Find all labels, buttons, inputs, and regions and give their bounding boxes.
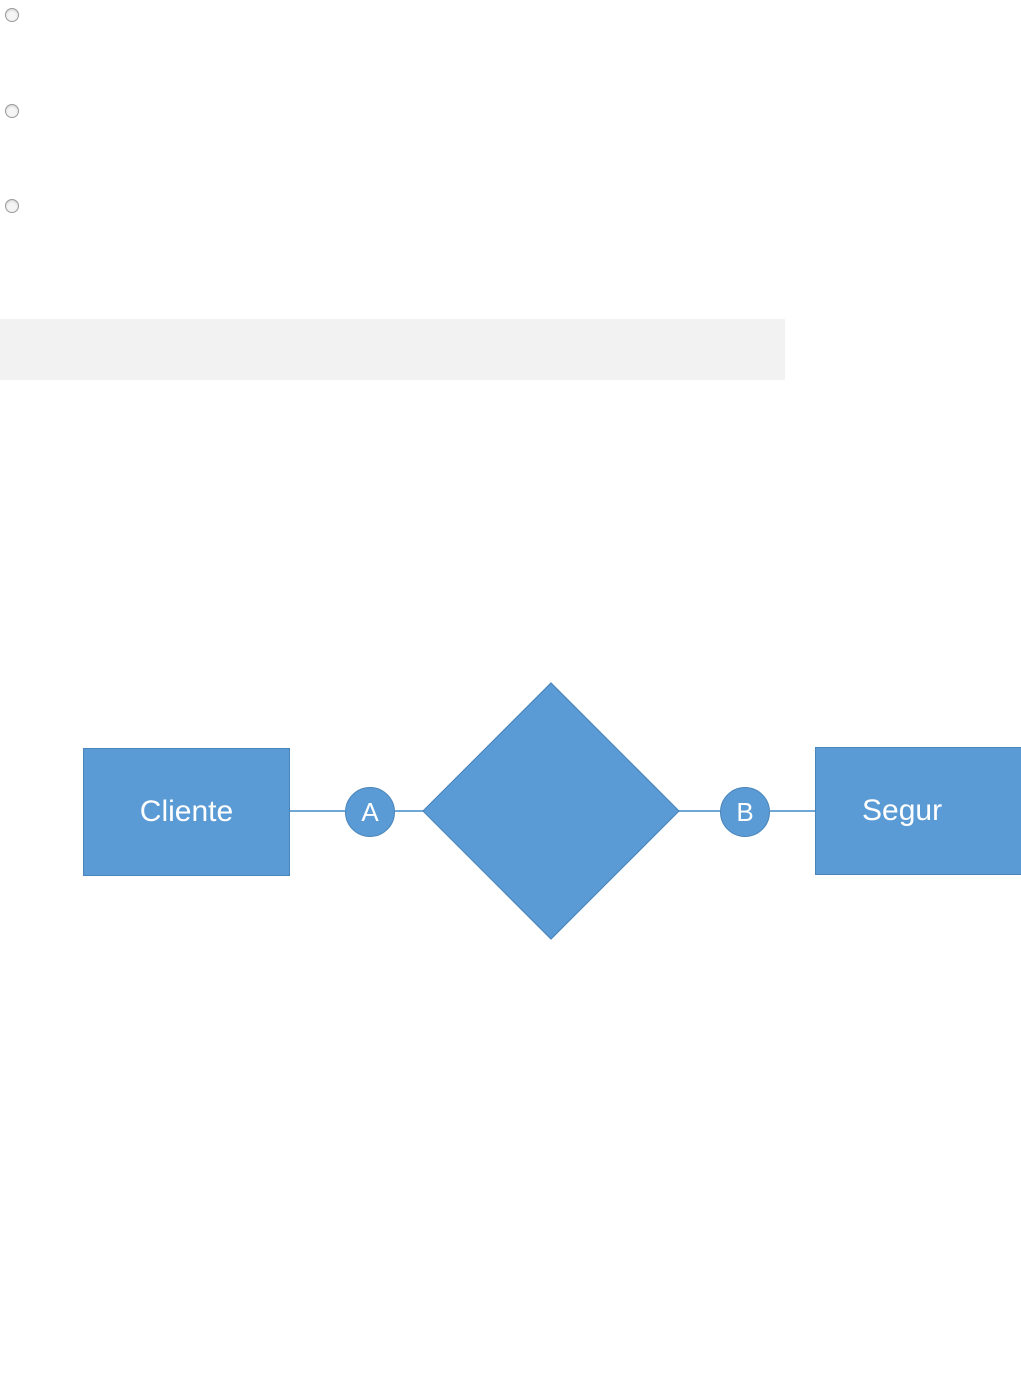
cardinality-a: A [345,787,395,837]
cardinality-b-label: B [736,797,753,828]
option-radio-2[interactable] [5,104,19,118]
relationship-diamond [422,682,679,939]
connector-diamond-to-b [675,810,720,812]
entity-seguro: Segur [815,747,1021,875]
section-bar [0,319,785,380]
entity-cliente-label: Cliente [140,795,233,829]
connector-a-to-diamond [395,810,425,812]
cardinality-a-label: A [361,797,378,828]
option-radio-1[interactable] [5,8,19,22]
connector-left-entity-to-a [290,810,345,812]
option-radio-3[interactable] [5,199,19,213]
entity-seguro-label: Segur [862,794,942,828]
connector-b-to-right-entity [770,810,815,812]
cardinality-b: B [720,787,770,837]
entity-cliente: Cliente [83,748,290,876]
